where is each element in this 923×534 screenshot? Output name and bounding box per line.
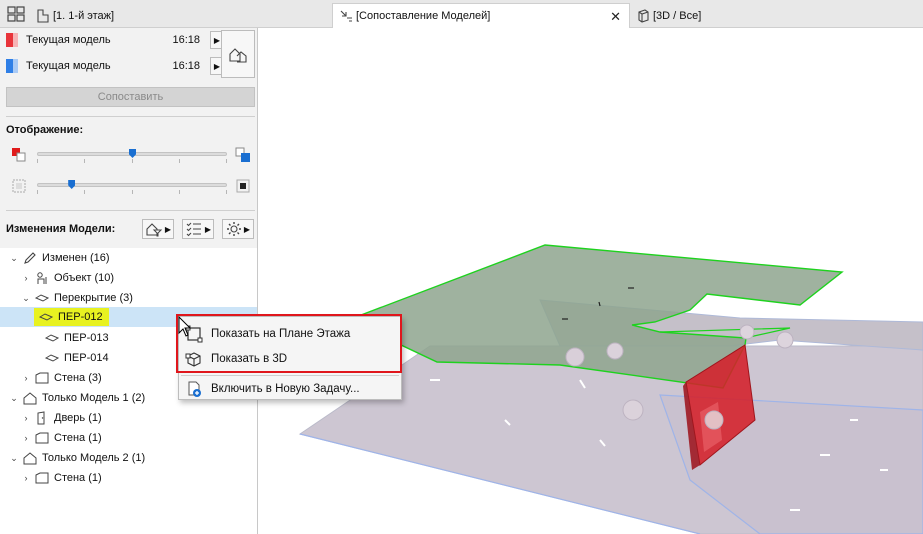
- model-1-color-swatch: [6, 33, 18, 47]
- menu-item-include-task-label: Включить в Новую Задачу...: [211, 383, 360, 395]
- divider: [6, 210, 255, 211]
- tab-3d-label: [3D / Все]: [653, 9, 702, 22]
- filter-house-icon: [146, 223, 163, 237]
- gear-icon: [226, 222, 241, 236]
- slab-icon: [38, 310, 54, 324]
- tree-item-only-model-1[interactable]: ⌄ Только Модель 1 (2): [8, 388, 145, 408]
- compare-button[interactable]: Сопоставить: [6, 87, 255, 107]
- house-icon: [22, 391, 38, 405]
- tab-model-compare-label: [Сопоставление Моделей]: [356, 10, 491, 22]
- chevron-down-icon[interactable]: ⌄: [8, 393, 20, 404]
- tree-item-slab-013[interactable]: ПЕР-013: [42, 328, 109, 348]
- tab-3d[interactable]: [3D / Все]: [632, 3, 832, 28]
- menu-item-include-task[interactable]: Включить в Новую Задачу...: [179, 377, 401, 401]
- tree-item-door-label: Дверь (1): [54, 412, 102, 424]
- wall-icon: [34, 471, 50, 485]
- tree-item-only-model-1-label: Только Модель 1 (2): [42, 392, 146, 404]
- highlighted-element: ПЕР-012: [34, 308, 109, 326]
- model-compare-panel: Текущая модель 16:18 ▶ Текущая модель 16…: [0, 28, 258, 534]
- model-2-time: 16:18: [172, 60, 200, 72]
- chevron-down-icon[interactable]: ⌄: [8, 453, 20, 464]
- color-overlay-max-icon: [235, 147, 251, 163]
- tree-item-modified-label: Изменен (16): [42, 252, 110, 264]
- display-slider-2[interactable]: [37, 183, 227, 187]
- model-row-2: Текущая модель 16:18 ▶: [6, 57, 224, 75]
- settings-button[interactable]: ▶: [222, 219, 254, 239]
- tree-item-object[interactable]: › Объект (10): [20, 268, 114, 288]
- 3d-viewport[interactable]: [258, 28, 923, 534]
- model-2-color-swatch: [6, 59, 18, 73]
- grid-view-icon[interactable]: [7, 6, 25, 22]
- chevron-right-icon[interactable]: ›: [20, 413, 32, 423]
- model-1-time: 16:18: [172, 34, 200, 46]
- tree-item-wall[interactable]: › Стена (3): [20, 368, 102, 388]
- object-icon: [34, 271, 50, 285]
- tree-item-wall-1[interactable]: › Стена (1): [20, 428, 102, 448]
- display-slider-2-ticks: [37, 190, 227, 194]
- door-icon: [34, 411, 50, 425]
- chevron-right-icon[interactable]: ›: [20, 273, 32, 283]
- tree-item-wall-label: Стена (3): [54, 372, 102, 384]
- model-row-1: Текущая модель 16:18 ▶: [6, 31, 224, 49]
- filter-button[interactable]: ▶: [142, 219, 174, 239]
- tree-item-slab-013-label: ПЕР-013: [64, 332, 109, 344]
- cube-icon: [636, 8, 650, 23]
- display-slider-2-thumb[interactable]: [68, 180, 76, 189]
- tree-item-slab-014[interactable]: ПЕР-014: [42, 348, 109, 368]
- slab-icon: [44, 331, 60, 345]
- tree-item-slab-014-label: ПЕР-014: [64, 352, 109, 364]
- chevron-right-icon[interactable]: ›: [20, 473, 32, 483]
- tab-floor-plan-label: [1. 1-й этаж]: [53, 9, 115, 22]
- tree-item-only-model-2[interactable]: ⌄ Только Модель 2 (1): [8, 448, 145, 468]
- tree-item-slab[interactable]: ⌄ Перекрытие (3): [20, 288, 133, 308]
- tab-model-compare[interactable]: [Сопоставление Моделей] ✕: [332, 3, 630, 28]
- tree-item-slab-label: Перекрытие (3): [54, 292, 133, 304]
- wall-icon: [34, 371, 50, 385]
- chevron-right-icon[interactable]: ›: [20, 433, 32, 443]
- chevron-down-icon[interactable]: ⌄: [8, 253, 20, 264]
- model-scene: [298, 244, 923, 534]
- tab-floor-plan[interactable]: [1. 1-й этаж]: [30, 3, 330, 28]
- house-icon: [22, 451, 38, 465]
- color-overlay-min-icon: [11, 147, 27, 163]
- mouse-cursor-icon: [178, 315, 194, 338]
- model-2-name: Текущая модель: [26, 60, 111, 72]
- model-1-name: Текущая модель: [26, 34, 111, 46]
- tree-item-wall-2-label: Стена (1): [54, 472, 102, 484]
- tree-item-wall-1-label: Стена (1): [54, 432, 102, 444]
- slab-icon: [44, 351, 60, 365]
- display-slider-1-ticks: [37, 159, 227, 163]
- display-label: Отображение:: [6, 124, 84, 136]
- floor-plan-icon: [36, 8, 50, 23]
- checklist-icon: [186, 222, 201, 237]
- swap-models-button[interactable]: [221, 30, 255, 78]
- menu-divider: [181, 375, 399, 376]
- compare-icon: [339, 9, 353, 23]
- changes-label: Изменения Модели:: [6, 223, 116, 235]
- tree-item-only-model-2-label: Только Модель 2 (1): [42, 452, 146, 464]
- highlight-frame: [176, 314, 402, 373]
- tab-bar: [1. 1-й этаж] [Сопоставление Моделей] ✕ …: [0, 0, 923, 28]
- slab-icon: [34, 291, 50, 305]
- chevron-down-icon[interactable]: ⌄: [20, 293, 32, 304]
- tree-item-object-label: Объект (10): [54, 272, 115, 284]
- tree-item-slab-012[interactable]: ПЕР-012: [34, 307, 109, 327]
- tree-item-slab-012-label: ПЕР-012: [58, 311, 103, 323]
- opacity-min-icon: [11, 178, 27, 194]
- new-task-icon: [185, 380, 203, 398]
- swap-house-icon: [229, 48, 247, 63]
- close-icon[interactable]: ✕: [610, 9, 621, 25]
- divider: [6, 116, 255, 117]
- tree-item-wall-2[interactable]: › Стена (1): [20, 468, 102, 488]
- opacity-max-icon: [235, 178, 251, 194]
- tree-item-modified[interactable]: ⌄ Изменен (16): [8, 248, 110, 268]
- chevron-right-icon[interactable]: ›: [20, 373, 32, 383]
- list-options-button[interactable]: ▶: [182, 219, 214, 239]
- pencil-icon: [22, 251, 38, 265]
- wall-icon: [34, 431, 50, 445]
- display-slider-1-thumb[interactable]: [129, 149, 136, 158]
- tree-item-door[interactable]: › Дверь (1): [20, 408, 102, 428]
